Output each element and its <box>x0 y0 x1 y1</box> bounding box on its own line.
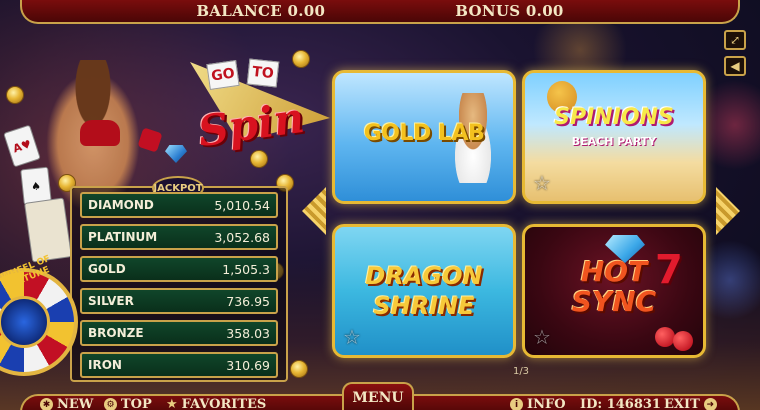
coin-icon <box>6 86 24 104</box>
game-title-line: HOT <box>580 255 648 288</box>
top-bar: BALANCE 0.00 BONUS 0.00 <box>20 0 740 24</box>
crown-icon: ⚙ <box>104 398 117 410</box>
jackpot-value: 5,010.54 <box>214 197 270 213</box>
speaker-icon: ◀ <box>730 59 740 73</box>
game-subtitle: BEACH PARTY <box>571 135 657 148</box>
exit-arrow-icon: ➜ <box>703 398 717 410</box>
game-tile-hot-sync[interactable]: 7 HOT SYNC ☆ <box>522 224 706 358</box>
info-button[interactable]: i INFO <box>510 397 566 410</box>
player-id: ID: 146831 <box>580 397 661 410</box>
logo-spin-text: Spin <box>195 92 308 157</box>
fullscreen-icon: ⤢ <box>729 33 741 47</box>
top-label: TOP <box>121 397 152 410</box>
balance-display: BALANCE 0.00 <box>196 2 326 20</box>
logo-to-card: TO <box>246 58 280 88</box>
info-icon: i <box>510 398 523 410</box>
game-title: DRAGON SHRINE <box>335 261 513 321</box>
jackpot-row-silver: SILVER 736.95 <box>80 288 278 314</box>
game-title: SPINIONS <box>554 105 674 130</box>
game-tile-dragon-shrine[interactable]: DRAGON SHRINE ☆ <box>332 224 516 358</box>
star-icon: ★ <box>166 397 178 410</box>
coin-icon <box>250 150 268 168</box>
coin-icon <box>290 360 308 378</box>
game-title-line: SYNC <box>571 285 657 318</box>
sound-button[interactable]: ◀ <box>724 56 746 76</box>
jackpot-row-diamond: DIAMOND 5,010.54 <box>80 192 278 218</box>
go-to-spin-logo: GO TO Spin <box>180 42 330 156</box>
jackpot-name: PLATINUM <box>88 230 158 244</box>
player-id-label: ID: 146831 <box>580 397 661 410</box>
favorite-star-icon[interactable]: ☆ <box>533 325 551 349</box>
new-label: NEW <box>57 397 94 410</box>
jackpot-value: 358.03 <box>226 325 270 341</box>
page-indicator: 1/3 <box>512 366 530 377</box>
fullscreen-button[interactable]: ⤢ <box>724 30 746 50</box>
jackpot-name: SILVER <box>88 294 134 308</box>
jackpot-row-iron: IRON 310.69 <box>80 352 278 378</box>
jackpot-name: GOLD <box>88 262 126 276</box>
jackpot-name: IRON <box>88 358 122 372</box>
jackpot-value: 736.95 <box>226 293 270 309</box>
wheel-hub <box>0 296 50 348</box>
promo-character-outfit <box>80 120 120 146</box>
jackpot-row-platinum: PLATINUM 3,052.68 <box>80 224 278 250</box>
game-tile-spinions[interactable]: SPINIONS BEACH PARTY ☆ <box>522 70 706 204</box>
cherry-art <box>673 331 693 351</box>
jackpot-name: DIAMOND <box>88 198 154 212</box>
new-games-button[interactable]: ✱ NEW <box>40 397 93 410</box>
game-tile-gold-lab[interactable]: GOLD LAB <box>332 70 516 204</box>
game-title: HOT SYNC <box>525 257 703 317</box>
favorites-label: FAVORITES <box>181 397 267 410</box>
menu-button[interactable]: MENU <box>342 382 414 410</box>
favorites-button[interactable]: ★ FAVORITES <box>166 397 266 410</box>
exit-button[interactable]: EXIT ➜ <box>664 397 717 410</box>
new-icon: ✱ <box>40 398 53 410</box>
game-title: GOLD LAB <box>363 121 485 146</box>
next-page-arrow[interactable] <box>716 187 740 235</box>
game-title-line: SHRINE <box>373 292 475 320</box>
top-games-button[interactable]: ⚙ TOP <box>104 397 152 410</box>
favorite-star-icon[interactable]: ☆ <box>343 325 361 349</box>
jackpot-name: BRONZE <box>88 326 144 340</box>
cherry-art <box>655 327 675 347</box>
info-label: INFO <box>527 397 566 410</box>
jackpot-value: 1,505.3 <box>222 261 270 277</box>
exit-label: EXIT <box>664 397 700 410</box>
favorite-star-icon[interactable]: ☆ <box>533 171 551 195</box>
jackpot-row-bronze: BRONZE 358.03 <box>80 320 278 346</box>
jackpot-value: 310.69 <box>226 357 270 373</box>
jackpot-row-gold: GOLD 1,505.3 <box>80 256 278 282</box>
game-title-line: DRAGON <box>365 262 483 290</box>
logo-go-card: GO <box>206 60 240 90</box>
jackpot-value: 3,052.68 <box>214 229 270 245</box>
bonus-display: BONUS 0.00 <box>455 2 564 20</box>
